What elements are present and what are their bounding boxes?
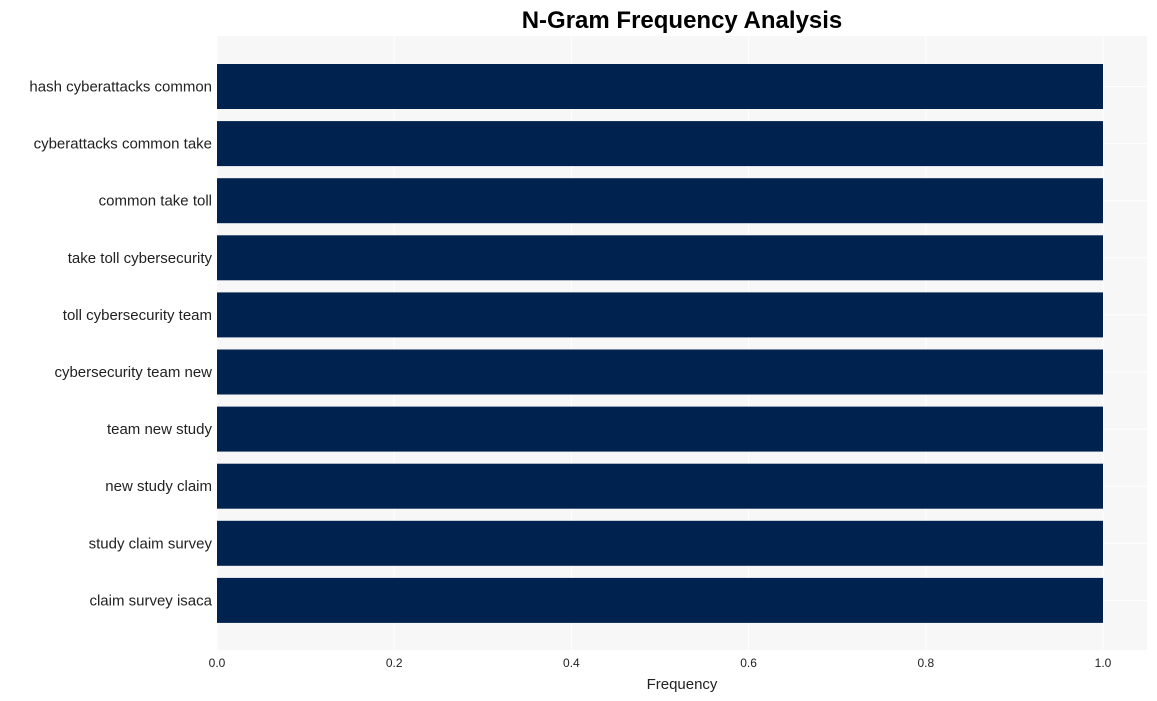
- y-tick-label: toll cybersecurity team: [63, 307, 212, 324]
- y-tick-label: common take toll: [99, 193, 212, 210]
- bar: [217, 64, 1103, 109]
- y-tick-label: team new study: [107, 421, 213, 438]
- x-axis-label: Frequency: [647, 676, 718, 693]
- bar: [217, 463, 1103, 509]
- chart-title: N-Gram Frequency Analysis: [522, 7, 843, 34]
- x-tick-label: 0.0: [209, 656, 226, 670]
- bar: [217, 520, 1103, 566]
- x-tick-label: 1.0: [1095, 656, 1112, 670]
- y-tick-label: new study claim: [105, 478, 212, 495]
- bar: [217, 577, 1103, 623]
- y-tick-label: hash cyberattacks common: [29, 79, 212, 96]
- bar: [217, 349, 1103, 395]
- y-tick-label: claim survey isaca: [89, 592, 212, 609]
- y-tick-label: study claim survey: [89, 535, 213, 552]
- bar: [217, 292, 1103, 338]
- y-tick-label: cybersecurity team new: [54, 364, 212, 381]
- bar: [217, 121, 1103, 167]
- y-tick-label: take toll cybersecurity: [68, 250, 213, 267]
- bar: [217, 235, 1103, 281]
- x-tick-labels: 0.0 0.2 0.4 0.6 0.8 1.0: [209, 656, 1112, 670]
- x-tick-label: 0.6: [740, 656, 757, 670]
- y-tick-labels: hash cyberattacks common cyberattacks com…: [29, 79, 212, 610]
- y-tick-label: cyberattacks common take: [34, 136, 212, 153]
- x-tick-label: 0.8: [917, 656, 934, 670]
- ngram-frequency-chart: N-Gram Frequency Analysis hash cyberatta…: [29, 7, 1147, 693]
- bar: [217, 406, 1103, 452]
- x-tick-label: 0.4: [563, 656, 580, 670]
- bar: [217, 178, 1103, 224]
- x-tick-label: 0.2: [386, 656, 403, 670]
